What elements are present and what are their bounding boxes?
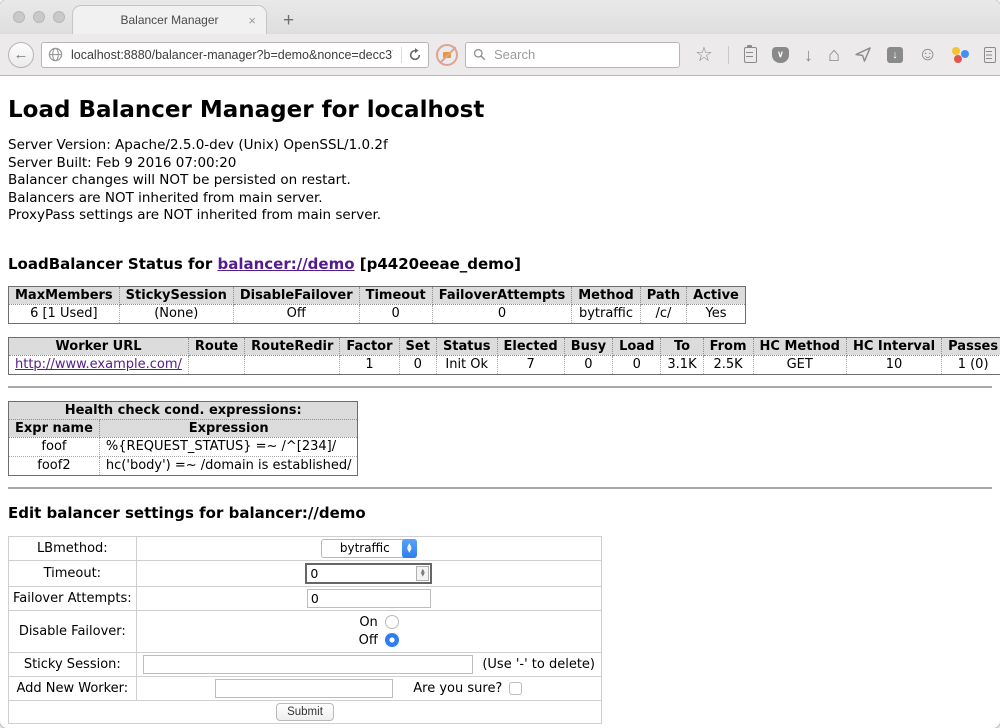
failover-off-label: Off (359, 633, 378, 648)
url-input[interactable] (69, 47, 395, 63)
bookmark-star-icon[interactable]: ☆ (695, 45, 713, 65)
failover-attempts-row: Failover Attempts: (9, 586, 602, 610)
add-worker-label: Add New Worker: (9, 676, 137, 700)
back-button[interactable]: ← (8, 42, 34, 68)
failover-attempts-input[interactable] (307, 589, 431, 608)
zoom-window-button[interactable] (53, 11, 65, 23)
timeout-label: Timeout: (9, 560, 137, 586)
balancer-status-row: 6 [1 Used] (None) Off 0 0 bytraffic /c/ … (9, 304, 746, 323)
failover-on-label: On (359, 615, 377, 630)
sticky-session-note: (Use '-' to delete) (482, 657, 595, 672)
toolbar-separator (728, 46, 729, 64)
sticky-session-input[interactable] (143, 655, 474, 674)
reload-icon[interactable] (408, 48, 422, 62)
close-window-button[interactable] (13, 11, 25, 23)
disable-failover-label: Disable Failover: (9, 610, 137, 652)
tab-bar: Balancer Manager × + (0, 0, 1000, 34)
url-bar[interactable] (41, 42, 429, 68)
timeout-input[interactable] (307, 566, 416, 581)
tab-close-icon[interactable]: × (248, 14, 256, 27)
lbmethod-row: LBmethod: bytraffic ▲▼ (9, 536, 602, 560)
search-icon (473, 48, 486, 61)
add-worker-row: Add New Worker: Are you sure? (9, 676, 602, 700)
new-tab-button[interactable]: + (283, 11, 294, 30)
worker-row: http://www.example.com/ 1 0 Init Ok 7 0 … (9, 355, 1000, 374)
minimize-window-button[interactable] (33, 11, 45, 23)
browser-window: Balancer Manager × + ← (0, 0, 1000, 728)
server-info: Server Version: Apache/2.5.0-dev (Unix) … (8, 137, 992, 225)
edit-balancer-heading: Edit balancer settings for balancer://de… (8, 504, 992, 522)
health-check-table: Health check cond. expressions: Expr nam… (8, 401, 358, 476)
balancer-demo-link[interactable]: balancer://demo (217, 255, 354, 273)
divider-1 (8, 386, 992, 388)
tab-balancer-manager[interactable]: Balancer Manager × (72, 5, 267, 34)
are-you-sure-label: Are you sure? (413, 681, 502, 696)
worker-table: Worker URL Route RouteRedir Factor Set S… (8, 337, 1000, 375)
add-worker-input[interactable] (215, 679, 393, 698)
notebook-icon[interactable] (984, 47, 996, 63)
number-spinner-icon[interactable]: ▲▼ (416, 566, 429, 581)
failover-off-radio[interactable] (385, 633, 399, 647)
select-stepper-icon: ▲▼ (402, 539, 417, 558)
notice-balancers: Balancers are NOT inherited from main se… (8, 190, 992, 208)
window-controls (13, 11, 65, 23)
health-check-title: Health check cond. expressions: (9, 401, 358, 419)
balancer-status-header-row: MaxMembers StickySession DisableFailover… (9, 286, 746, 304)
balancer-status-table: MaxMembers StickySession DisableFailover… (8, 286, 746, 324)
divider-2 (8, 487, 992, 489)
tab-title: Balancer Manager (120, 13, 218, 27)
notice-persist: Balancer changes will NOT be persisted o… (8, 172, 992, 190)
worker-url-link[interactable]: http://www.example.com/ (15, 357, 182, 372)
clipboard-icon[interactable] (744, 47, 757, 63)
edit-balancer-form: LBmethod: bytraffic ▲▼ Timeout: (8, 536, 602, 724)
search-input[interactable] (492, 46, 672, 63)
server-built: Server Built: Feb 9 2016 07:00:20 (8, 155, 992, 173)
downloads-icon[interactable]: ↓ (804, 46, 813, 64)
pocket-icon[interactable]: ∨ (772, 47, 789, 63)
sticky-session-label: Sticky Session: (9, 652, 137, 676)
server-version: Server Version: Apache/2.5.0-dev (Unix) … (8, 137, 992, 155)
notice-proxypass: ProxyPass settings are NOT inherited fro… (8, 207, 992, 225)
worker-header-row: Worker URL Route RouteRedir Factor Set S… (9, 337, 1000, 355)
feedback-smiley-icon[interactable]: ☺ (918, 45, 937, 64)
download-square-icon[interactable]: ↓ (887, 47, 903, 63)
submit-row: Submit (9, 700, 602, 723)
blocked-plugin-icon[interactable] (436, 44, 458, 66)
page-title: Load Balancer Manager for localhost (8, 97, 992, 123)
submit-button[interactable]: Submit (276, 703, 334, 721)
timeout-input-wrap: ▲▼ (305, 563, 432, 584)
colors-icon[interactable] (952, 46, 969, 63)
timeout-row: Timeout: ▲▼ (9, 560, 602, 586)
send-icon[interactable] (855, 47, 872, 62)
toolbar-icons: ☆ ∨ ↓ ⌂ ↓ ☺ ▾ ≡ (695, 43, 1000, 66)
health-check-row: foof %{REQUEST_STATUS} =~ /^[234]/ (9, 437, 358, 456)
lbmethod-label: LBmethod: (9, 536, 137, 560)
search-bar[interactable] (465, 42, 680, 68)
navigation-toolbar: ← ☆ (0, 34, 1000, 76)
lbmethod-select[interactable]: bytraffic ▲▼ (321, 539, 417, 558)
failover-on-radio[interactable] (385, 615, 399, 629)
url-divider (401, 47, 402, 63)
health-check-row: foof2 hc('body') =~ /domain is establish… (9, 456, 358, 475)
are-you-sure-checkbox[interactable] (509, 682, 522, 695)
loadbalancer-status-heading: LoadBalancer Status for balancer://demo … (8, 255, 992, 273)
sticky-session-row: Sticky Session: (Use '-' to delete) (9, 652, 602, 676)
disable-failover-row: Disable Failover: On Off (9, 610, 602, 652)
home-icon[interactable]: ⌂ (828, 45, 840, 65)
page-content: Load Balancer Manager for localhost Serv… (0, 97, 1000, 728)
failover-attempts-label: Failover Attempts: (9, 586, 137, 610)
globe-icon (48, 47, 63, 62)
